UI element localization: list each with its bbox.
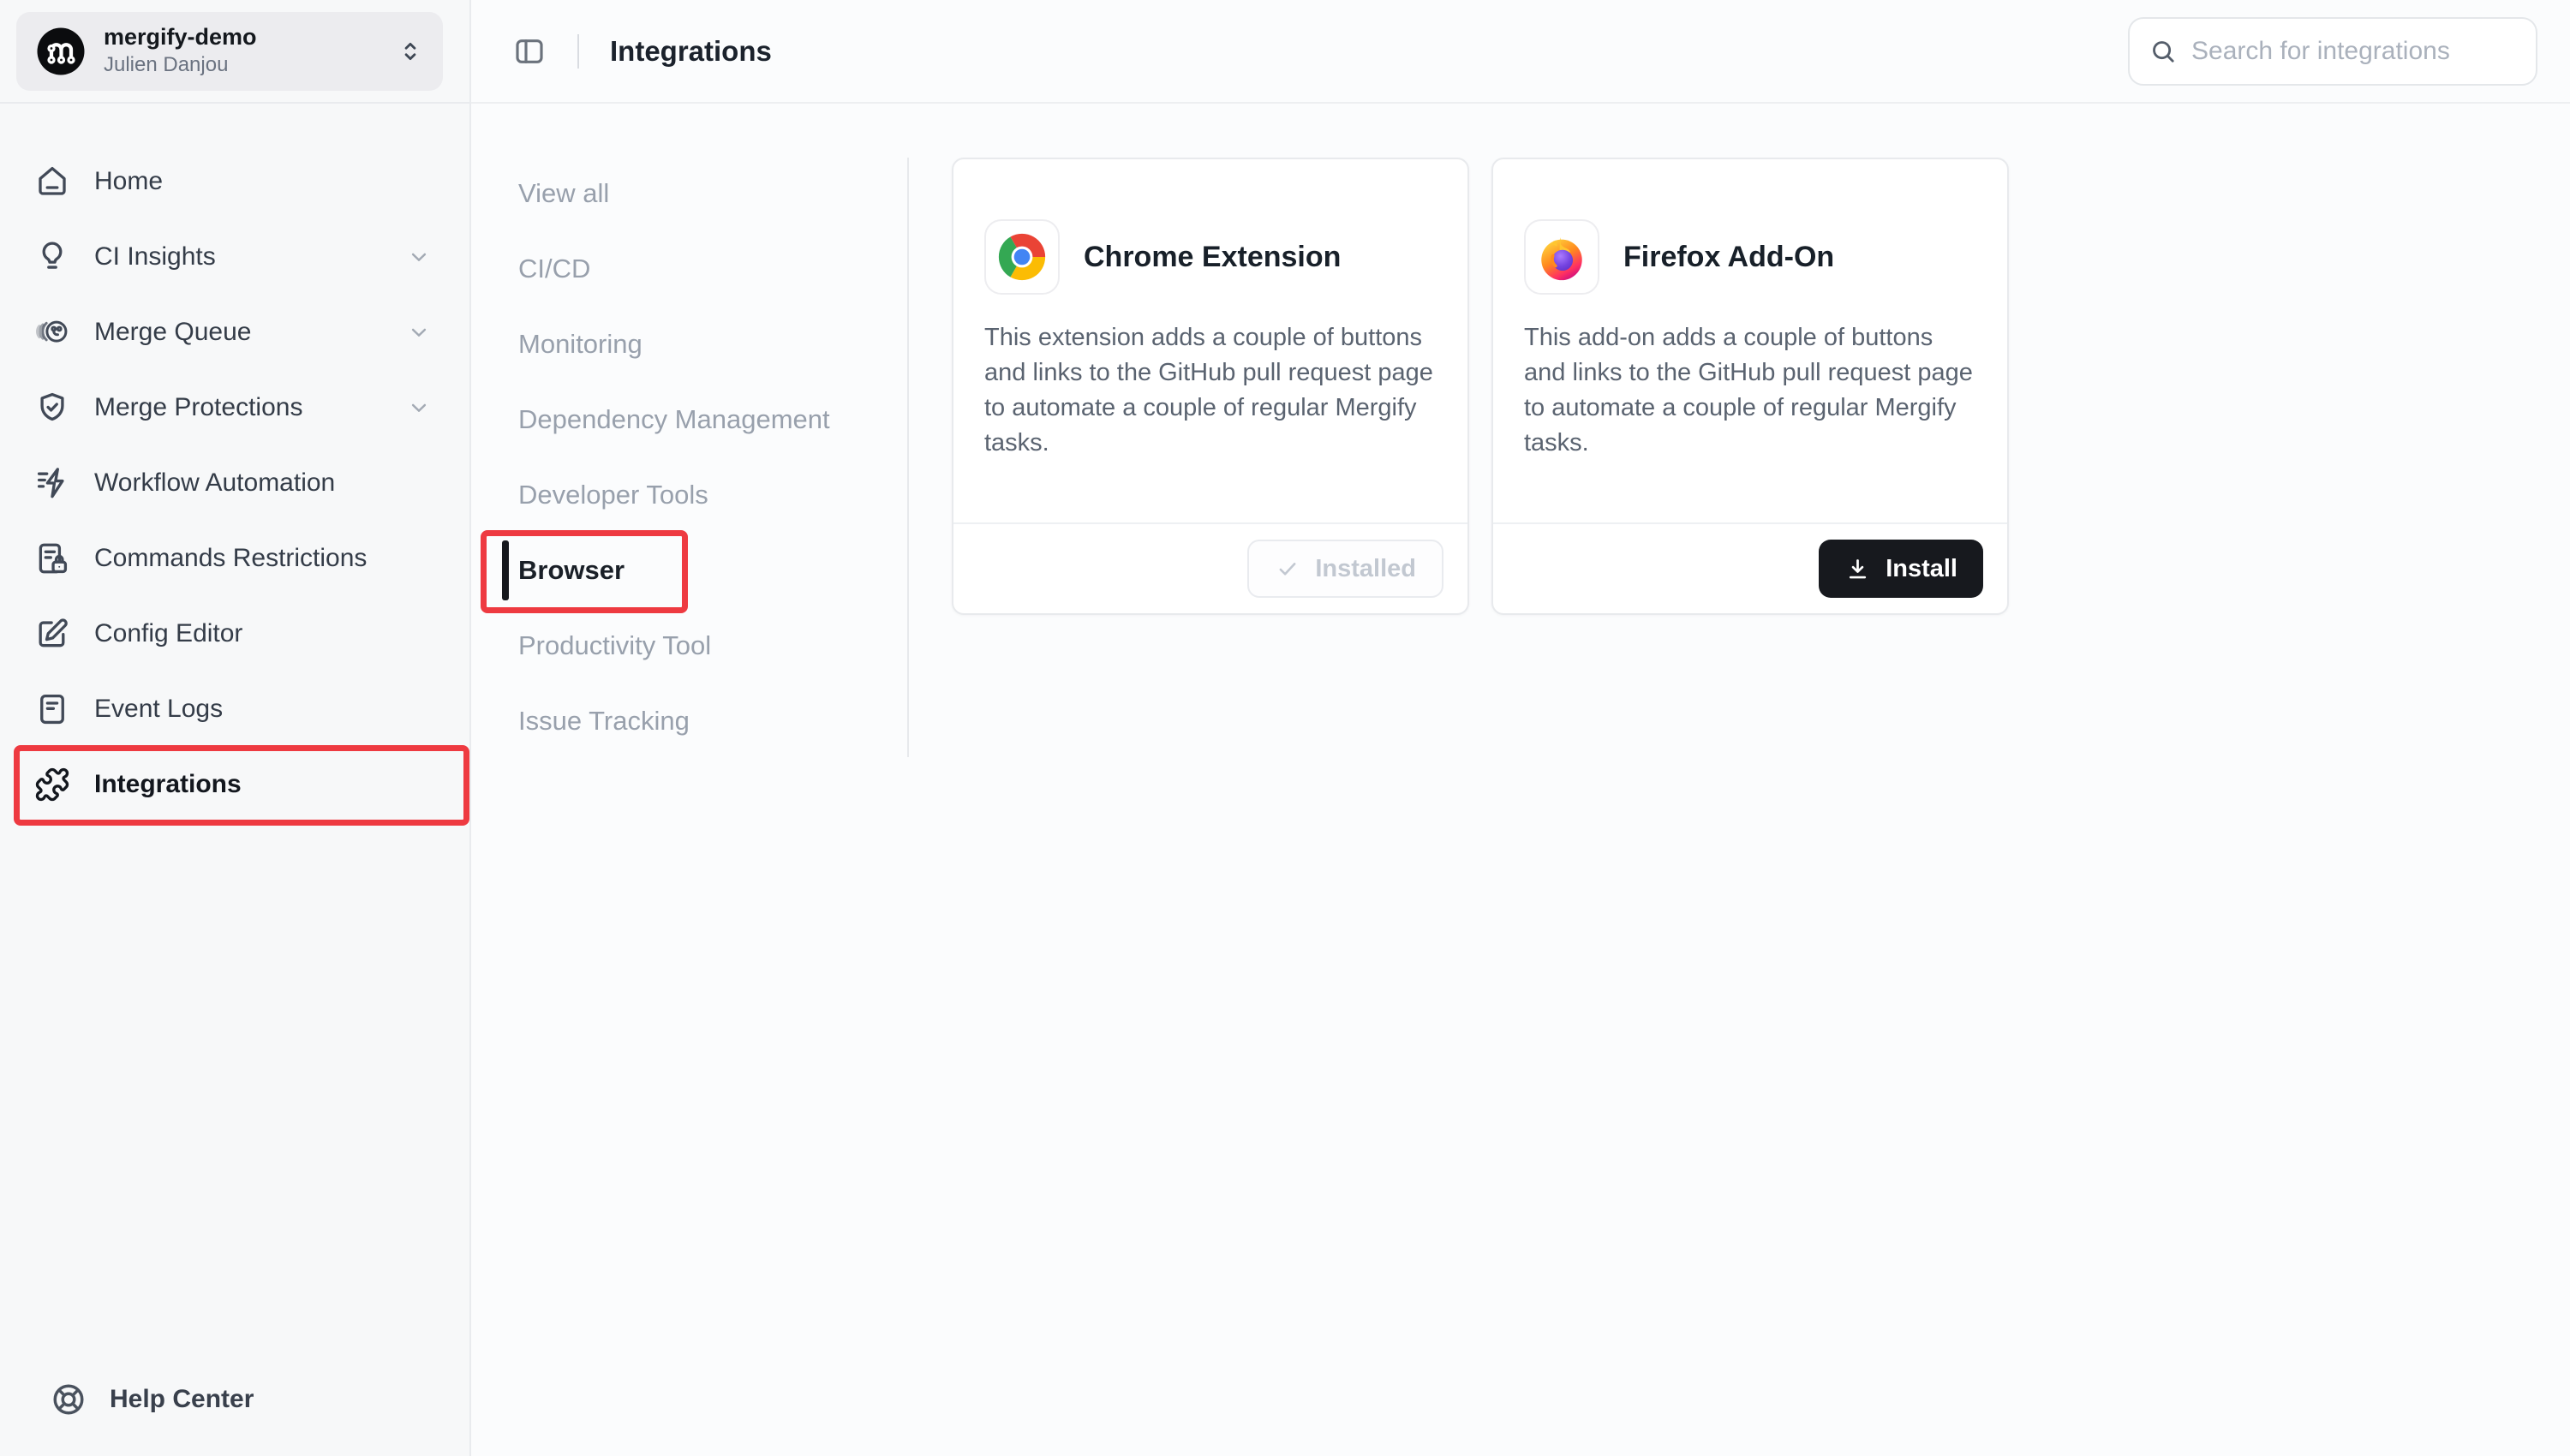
install-button[interactable]: Install [1819, 540, 1983, 598]
workspace-texts: mergify-demo Julien Danjou [104, 25, 257, 76]
sidebar-item-home[interactable]: Home [0, 152, 469, 211]
shield-check-icon [34, 390, 70, 426]
card-firefox-addon: Firefox Add-On This add-on adds a couple… [1491, 158, 2009, 615]
category-label: Productivity Tool [518, 630, 711, 661]
integrations-content: View all CI/CD Monitoring Dependency Man… [471, 104, 2570, 1456]
chevron-down-icon[interactable] [406, 395, 432, 421]
sidebar-item-event-logs[interactable]: Event Logs [0, 680, 469, 738]
category-item-productivity-tool[interactable]: Productivity Tool [518, 608, 907, 683]
app-icon-box [984, 219, 1060, 295]
category-label: Issue Tracking [518, 706, 690, 737]
category-item-issue-tracking[interactable]: Issue Tracking [518, 683, 907, 759]
sidebar-item-merge-protections[interactable]: Merge Protections [0, 379, 469, 437]
sidebar-item-ci-insights[interactable]: CI Insights [0, 228, 469, 286]
home-icon [34, 164, 70, 200]
category-list: View all CI/CD Monitoring Dependency Man… [471, 156, 907, 1456]
install-button-label: Install [1886, 555, 1957, 583]
sidebar-item-label: Merge Protections [94, 393, 302, 422]
app-header: Firefox Add-On [1524, 219, 1975, 295]
chevrons-up-down-icon [397, 38, 424, 65]
integration-cards: Chrome Extension This extension adds a c… [909, 158, 2009, 1456]
installed-button[interactable]: Installed [1247, 540, 1443, 598]
app-description: This extension adds a couple of buttons … [984, 320, 1435, 461]
workspace-name: mergify-demo [104, 25, 257, 51]
category-label: CI/CD [518, 254, 590, 284]
category-label: Developer Tools [518, 480, 708, 510]
topbar: Integrations [471, 0, 2570, 104]
sidebar-item-workflow-automation[interactable]: Workflow Automation [0, 454, 469, 512]
category-label: View all [518, 178, 609, 209]
category-label: Monitoring [518, 329, 642, 360]
topbar-divider [577, 34, 579, 69]
category-item-dependency-management[interactable]: Dependency Management [518, 382, 907, 457]
sidebar-item-config-editor[interactable]: Config Editor [0, 605, 469, 663]
edit-icon [34, 616, 70, 652]
app-title: Firefox Add-On [1623, 241, 1834, 274]
card-footer: Installed [953, 522, 1467, 613]
sidebar-item-label: Home [94, 167, 163, 196]
help-center-label: Help Center [110, 1385, 254, 1414]
sidebar-header: mergify-demo Julien Danjou [0, 0, 469, 104]
app-header: Chrome Extension [984, 219, 1435, 295]
category-item-developer-tools[interactable]: Developer Tools [518, 457, 907, 533]
category-label: Browser [518, 555, 625, 586]
card-chrome-extension: Chrome Extension This extension adds a c… [952, 158, 1469, 615]
lightbulb-icon [34, 239, 70, 275]
app-title: Chrome Extension [1084, 241, 1341, 274]
app-icon-box [1524, 219, 1599, 295]
zap-lines-icon [34, 465, 70, 501]
category-item-cicd[interactable]: CI/CD [518, 231, 907, 307]
sidebar-footer: Help Center [0, 1381, 469, 1456]
installed-button-label: Installed [1315, 555, 1416, 583]
sidebar-item-label: Event Logs [94, 695, 223, 724]
workspace-owner: Julien Danjou [104, 54, 257, 76]
download-icon [1844, 556, 1871, 582]
category-label: Dependency Management [518, 404, 830, 435]
search-icon [2149, 37, 2178, 66]
page-title: Integrations [610, 35, 772, 68]
sidebar-item-integrations[interactable]: Integrations [0, 755, 469, 814]
category-item-view-all[interactable]: View all [518, 156, 907, 231]
doc-lines-icon [34, 691, 70, 727]
category-item-monitoring[interactable]: Monitoring [518, 307, 907, 382]
card-body: Firefox Add-On This add-on adds a couple… [1493, 159, 2007, 461]
sidebar-item-merge-queue[interactable]: Merge Queue [0, 303, 469, 361]
category-item-browser[interactable]: Browser [518, 533, 907, 608]
workspace-selector[interactable]: mergify-demo Julien Danjou [16, 12, 443, 91]
puzzle-icon [34, 767, 70, 803]
sidebar-item-label: Commands Restrictions [94, 544, 367, 573]
chevron-down-icon[interactable] [406, 244, 432, 270]
panel-left-icon[interactable] [512, 34, 547, 69]
sidebar-item-label: Merge Queue [94, 318, 251, 347]
card-body: Chrome Extension This extension adds a c… [953, 159, 1467, 461]
doc-lock-icon [34, 540, 70, 576]
app-description: This add-on adds a couple of buttons and… [1524, 320, 1975, 461]
main-area: Integrations View all CI/CD Monitoring D… [471, 0, 2570, 1456]
card-footer: Install [1493, 522, 2007, 613]
merge-queue-icon [34, 314, 70, 350]
search-input[interactable] [2191, 37, 2517, 66]
mergify-logo [35, 26, 87, 77]
chrome-logo [995, 230, 1049, 283]
lifebuoy-icon [50, 1381, 87, 1418]
chevron-down-icon[interactable] [406, 319, 432, 345]
sidebar-item-label: CI Insights [94, 242, 216, 272]
search-box [2128, 17, 2537, 86]
sidebar-nav: Home CI Insights Merge Queue [0, 104, 469, 831]
sidebar: mergify-demo Julien Danjou Home CI Insig… [0, 0, 471, 1456]
firefox-logo [1535, 230, 1588, 283]
check-icon [1275, 556, 1300, 582]
sidebar-item-label: Config Editor [94, 619, 242, 648]
sidebar-item-commands-restrictions[interactable]: Commands Restrictions [0, 529, 469, 588]
help-center-link[interactable]: Help Center [50, 1381, 469, 1418]
sidebar-item-label: Workflow Automation [94, 468, 335, 498]
sidebar-item-label: Integrations [94, 770, 242, 799]
